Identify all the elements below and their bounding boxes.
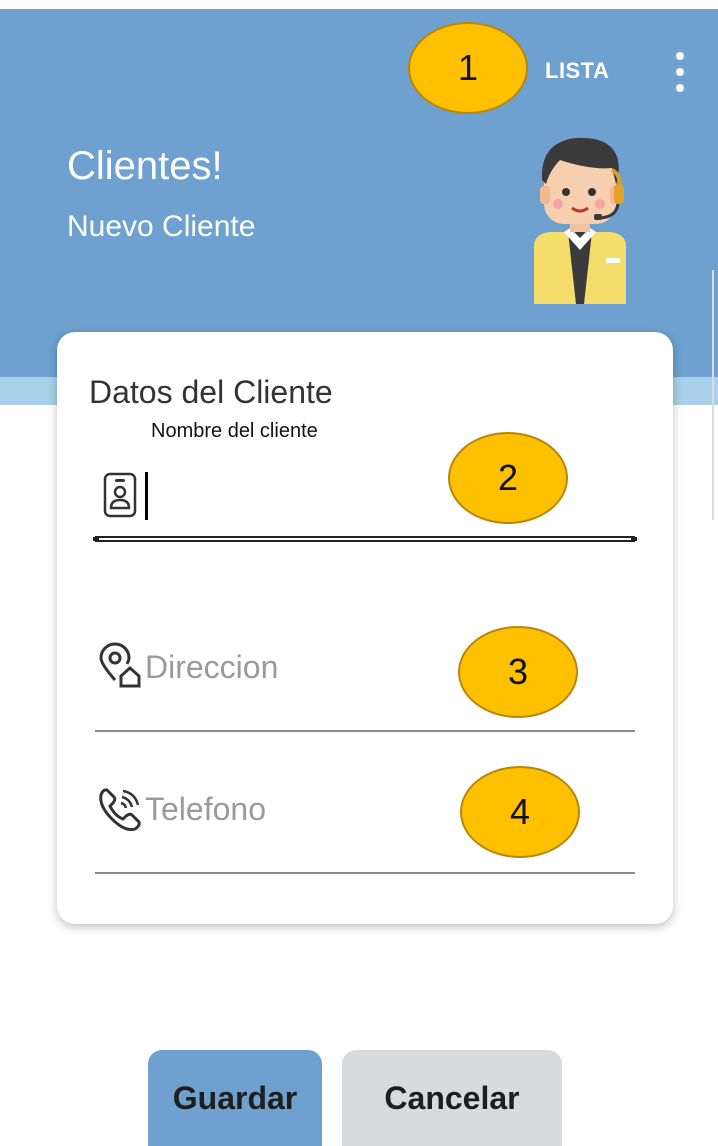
phone-underline — [95, 872, 635, 874]
phone-ringing-icon — [99, 788, 141, 831]
callout-4: 4 — [460, 766, 580, 858]
client-data-card: Datos del Cliente Nombre del cliente — [57, 332, 673, 924]
address-underline — [95, 730, 635, 732]
callout-3: 3 — [458, 626, 578, 718]
page-subtitle: Nuevo Cliente — [67, 210, 256, 243]
client-name-underline — [93, 536, 637, 542]
support-agent-avatar-icon — [534, 137, 626, 304]
lista-menu-item[interactable]: LISTA — [545, 58, 609, 84]
side-edge — [712, 270, 718, 520]
id-card-icon — [103, 472, 137, 518]
cancel-button[interactable]: Cancelar — [342, 1050, 562, 1146]
overflow-menu-icon[interactable] — [668, 50, 692, 94]
card-title: Datos del Cliente — [89, 374, 333, 410]
text-caret — [145, 472, 148, 520]
client-name-label: Nombre del cliente — [151, 420, 318, 442]
page-title: Clientes! — [67, 144, 223, 188]
callout-2: 2 — [448, 432, 568, 524]
save-button[interactable]: Guardar — [148, 1050, 322, 1146]
callout-1: 1 — [408, 22, 528, 114]
location-home-icon — [99, 642, 141, 688]
